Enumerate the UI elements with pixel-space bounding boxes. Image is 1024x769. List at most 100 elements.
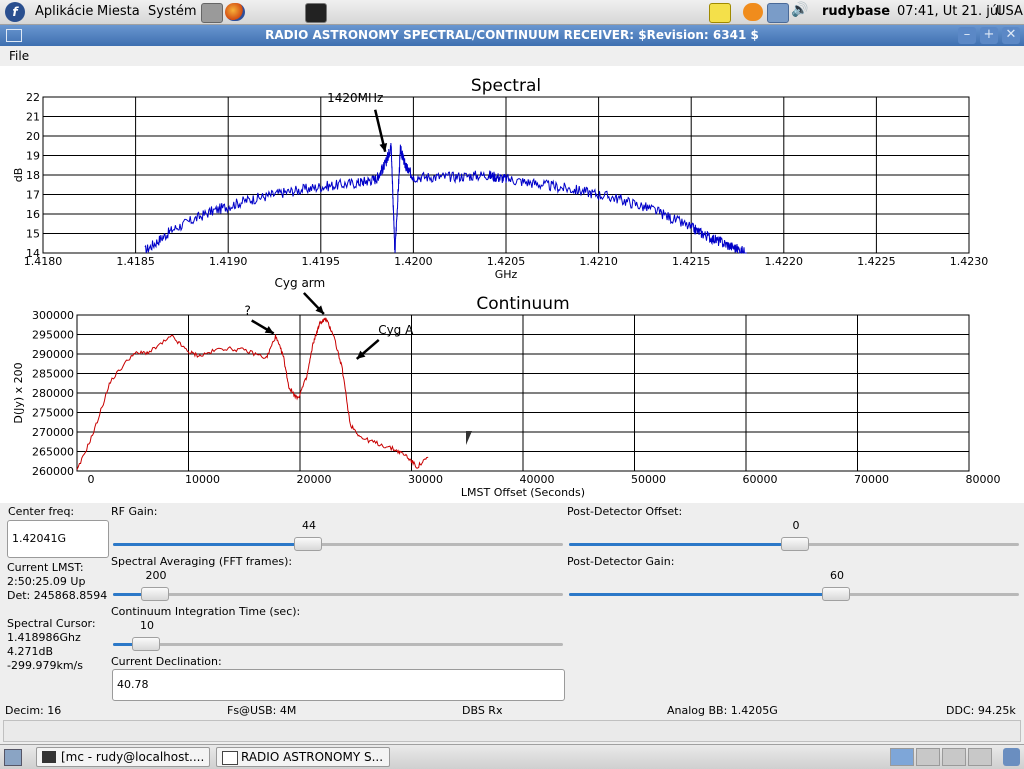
slider-fill (569, 543, 794, 546)
workspace-4[interactable] (968, 748, 992, 766)
y-tick-label: 265000 (32, 446, 74, 459)
x-tick-label: 70000 (854, 473, 889, 486)
y-tick-label: 17 (26, 189, 40, 202)
declination-input[interactable]: 40.78 (112, 669, 565, 701)
pd-gain-label: Post-Detector Gain: (567, 555, 675, 568)
task-radio-astronomy[interactable]: RADIO ASTRONOMY S... (216, 747, 390, 767)
minimize-button[interactable]: – (958, 27, 976, 44)
y-tick-label: 285000 (32, 368, 74, 381)
x-tick-label: 1.4220 (765, 255, 804, 268)
integ-label: Continuum Integration Time (sec): (111, 605, 301, 618)
task-terminal-label: [mc - rudy@localhost.... (61, 750, 205, 764)
declination-value: 40.78 (117, 678, 149, 691)
y-tick-label: 21 (26, 111, 40, 124)
slider-thumb[interactable] (781, 537, 809, 551)
annotation-label: ? (245, 304, 251, 318)
x-tick-label: 50000 (631, 473, 666, 486)
charts-svg: Spectral1.4180 1.4185 1.4190 1.4195 1.4200 1.… (12, 76, 1001, 499)
y-tick-label: 290000 (32, 348, 74, 361)
taskbar: [mc - rudy@localhost.... RADIO ASTRONOMY… (0, 744, 1024, 769)
maximize-button[interactable]: + (980, 27, 998, 44)
slider-thumb[interactable] (822, 587, 850, 601)
x-tick-label: 60000 (743, 473, 778, 486)
y-tick-label: 270000 (32, 426, 74, 439)
volume-icon[interactable]: 🔊 (791, 2, 811, 20)
network-icon[interactable] (767, 3, 789, 23)
chart-title: Continuum (476, 294, 569, 314)
lmst-label: Current LMST: (7, 561, 84, 574)
trash-icon[interactable] (1003, 748, 1020, 766)
window-task-icon (222, 751, 238, 765)
y-tick-label: 275000 (32, 407, 74, 420)
lmst-value: 2:50:25.09 Up (7, 575, 86, 588)
x-tick-label: 1.4200 (394, 255, 433, 268)
x-axis-label: LMST Offset (Seconds) (461, 486, 585, 499)
y-tick-label: 18 (26, 169, 40, 182)
y-axis-label: dB (12, 168, 25, 183)
cursor-label: Spectral Cursor: (7, 617, 96, 630)
controls-panel: Center freq: 1.42041G Current LMST: 2:50… (0, 503, 1024, 744)
menu-system[interactable]: Systém (148, 4, 196, 19)
center-freq-value: 1.42041G (12, 532, 67, 545)
y-tick-label: 15 (26, 228, 40, 241)
menu-places[interactable]: Miesta (97, 4, 140, 19)
user-name[interactable]: rudybase (822, 4, 890, 19)
y-axis-label: D(Jy) x 200 (12, 362, 25, 423)
chart-title: Spectral (471, 76, 541, 96)
status-decim: Decim: 16 (5, 704, 62, 717)
pd-offset-label: Post-Detector Offset: (567, 505, 683, 518)
top-panel: f Aplikácie Miesta Systém 🔊 rudybase 07:… (0, 0, 1024, 25)
slider-value: 60 (830, 569, 844, 582)
slider-track (113, 593, 563, 596)
clock[interactable]: 07:41, Ut 21. júl (897, 4, 1002, 19)
calculator-icon[interactable] (201, 3, 223, 23)
rf-gain-slider[interactable]: 44 (113, 518, 563, 551)
charts-area: Spectral 1.4180 1.4185 1.4190 1.4195 1.4200 1.… (0, 66, 1024, 503)
x-tick-label: 80000 (966, 473, 1001, 486)
window-title: RADIO ASTRONOMY SPECTRAL/CONTINUUM RECEI… (265, 28, 759, 42)
integ-slider[interactable]: 10 (113, 618, 563, 651)
y-tick-label: 16 (26, 208, 40, 221)
slider-thumb[interactable] (132, 637, 160, 651)
show-desktop-icon[interactable] (4, 749, 22, 766)
firefox-icon[interactable] (225, 3, 245, 21)
task-terminal[interactable]: [mc - rudy@localhost.... (36, 747, 210, 767)
workspace-1[interactable] (890, 748, 914, 766)
annotation-label: 1420MHz (327, 91, 383, 105)
slider-value: 10 (140, 619, 154, 632)
keyboard-locale[interactable]: USA (996, 4, 1023, 19)
menu-applications[interactable]: Aplikácie (35, 4, 93, 19)
workspace-2[interactable] (916, 748, 940, 766)
slider-track (113, 643, 563, 646)
fedora-logo-icon[interactable]: f (5, 2, 25, 22)
x-tick-label: 1.4210 (579, 255, 618, 268)
workspace-3[interactable] (942, 748, 966, 766)
x-tick-label: 1.4215 (672, 255, 711, 268)
pd-offset-slider[interactable]: 0 (569, 518, 1019, 551)
center-freq-input[interactable]: 1.42041G (7, 520, 109, 558)
annotation-label: Cyg A (378, 323, 414, 337)
slider-value: 0 (792, 519, 800, 532)
slider-thumb[interactable] (294, 537, 322, 551)
pd-gain-slider[interactable]: 60 (569, 568, 1019, 601)
y-tick-label: 280000 (32, 387, 74, 400)
status-fs: Fs@USB: 4M (227, 704, 297, 717)
status-analog: Analog BB: 1.4205G (667, 704, 778, 717)
x-tick-label: 1.4230 (950, 255, 989, 268)
cursor-db: 4.271dB (7, 645, 54, 658)
notes-icon[interactable] (709, 3, 731, 23)
window-titlebar[interactable]: RADIO ASTRONOMY SPECTRAL/CONTINUUM RECEI… (0, 25, 1024, 46)
terminal-icon[interactable] (305, 3, 327, 23)
avg-slider[interactable]: 200 (113, 568, 563, 601)
x-axis-label: GHz (495, 268, 518, 281)
x-tick-label: 20000 (297, 473, 332, 486)
weather-sun-icon[interactable] (743, 3, 763, 21)
app-menubar: File (0, 46, 1024, 67)
x-tick-label: 1.4190 (209, 255, 248, 268)
y-tick-label: 20 (26, 130, 40, 143)
slider-thumb[interactable] (141, 587, 169, 601)
x-tick-label: 30000 (408, 473, 443, 486)
menu-file[interactable]: File (9, 49, 29, 63)
status-bar (3, 720, 1021, 742)
close-button[interactable]: ✕ (1002, 27, 1020, 44)
